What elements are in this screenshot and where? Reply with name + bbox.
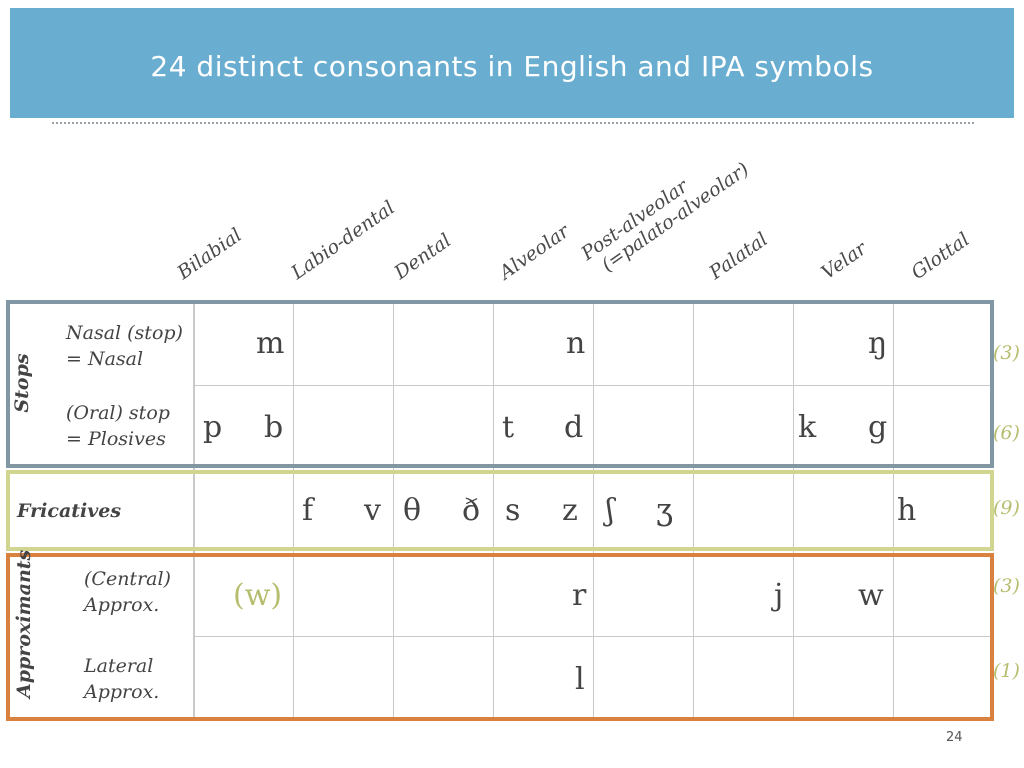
col-header-alveolar: Alveolar (495, 220, 574, 284)
ipa-symbol: ʃ (606, 493, 615, 528)
ipa-symbol: h (897, 493, 917, 528)
row-label-nasal-line2: = Nasal (66, 348, 144, 370)
row-label-lateral-line1: Lateral (84, 655, 154, 677)
dotted-divider (52, 122, 974, 124)
ipa-symbol: t (502, 410, 515, 445)
title-bar: 24 distinct consonants in English and IP… (10, 8, 1014, 118)
row-label-nasal-line1: Nasal (stop) (66, 322, 183, 344)
ipa-symbol: ʒ (656, 493, 673, 528)
count-nasal: (3) (993, 342, 1020, 364)
ipa-symbol: p (203, 410, 223, 445)
fricatives-box (6, 470, 994, 551)
col-header-velar: Velar (817, 237, 871, 284)
count-central: (3) (993, 575, 1020, 597)
ipa-symbol: b (264, 410, 284, 445)
ipa-symbol: g (868, 410, 888, 445)
ipa-symbol: ŋ (868, 326, 888, 361)
ipa-symbol: j (774, 578, 784, 613)
ipa-symbol: f (302, 493, 314, 528)
ipa-symbol: l (575, 662, 585, 697)
ipa-symbol: n (566, 326, 586, 361)
col-header-dental: Dental (390, 229, 456, 284)
col-header-glottal: Glottal (907, 228, 974, 284)
row-label-lateral-line2: Approx. (84, 681, 160, 703)
col-header-bilabial: Bilabial (173, 224, 246, 284)
row-label-central: (Central) Approx. (84, 566, 171, 618)
count-fricative: (9) (993, 497, 1020, 519)
col-header-labio-dental: Labio-dental (287, 196, 399, 284)
row-label-lateral: Lateral Approx. (84, 653, 159, 705)
ipa-symbol: m (256, 326, 285, 361)
group-label-stops: Stops (11, 353, 33, 413)
ipa-symbol: θ (403, 493, 422, 528)
ipa-symbol: s (505, 493, 521, 528)
col-header-palatal: Palatal (705, 228, 772, 284)
ipa-symbol: r (572, 578, 587, 613)
count-lateral: (1) (993, 660, 1020, 682)
group-label-approximants: Approximants (13, 549, 35, 698)
ipa-symbol: (w) (233, 578, 283, 613)
row-label-plosive: (Oral) stop = Plosives (66, 400, 170, 452)
row-label-nasal: Nasal (stop) = Nasal (66, 320, 183, 372)
col-header-post-alveolar-line1: Post-alveolar (577, 175, 693, 265)
row-label-central-line2: Approx. (84, 594, 160, 616)
ipa-symbol: ð (462, 493, 481, 528)
row-label-plosive-line2: = Plosives (66, 428, 166, 450)
page-number: 24 (946, 730, 963, 745)
row-label-plosive-line1: (Oral) stop (66, 402, 170, 424)
ipa-symbol: w (858, 578, 884, 613)
slide-title: 24 distinct consonants in English and IP… (150, 50, 874, 83)
group-label-fricatives: Fricatives (17, 500, 122, 522)
count-plosive: (6) (993, 422, 1020, 444)
row-label-central-line1: (Central) (84, 568, 171, 590)
ipa-symbol: k (798, 410, 817, 445)
ipa-symbol: z (562, 493, 578, 528)
ipa-symbol: v (364, 493, 381, 528)
ipa-symbol: d (564, 410, 584, 445)
